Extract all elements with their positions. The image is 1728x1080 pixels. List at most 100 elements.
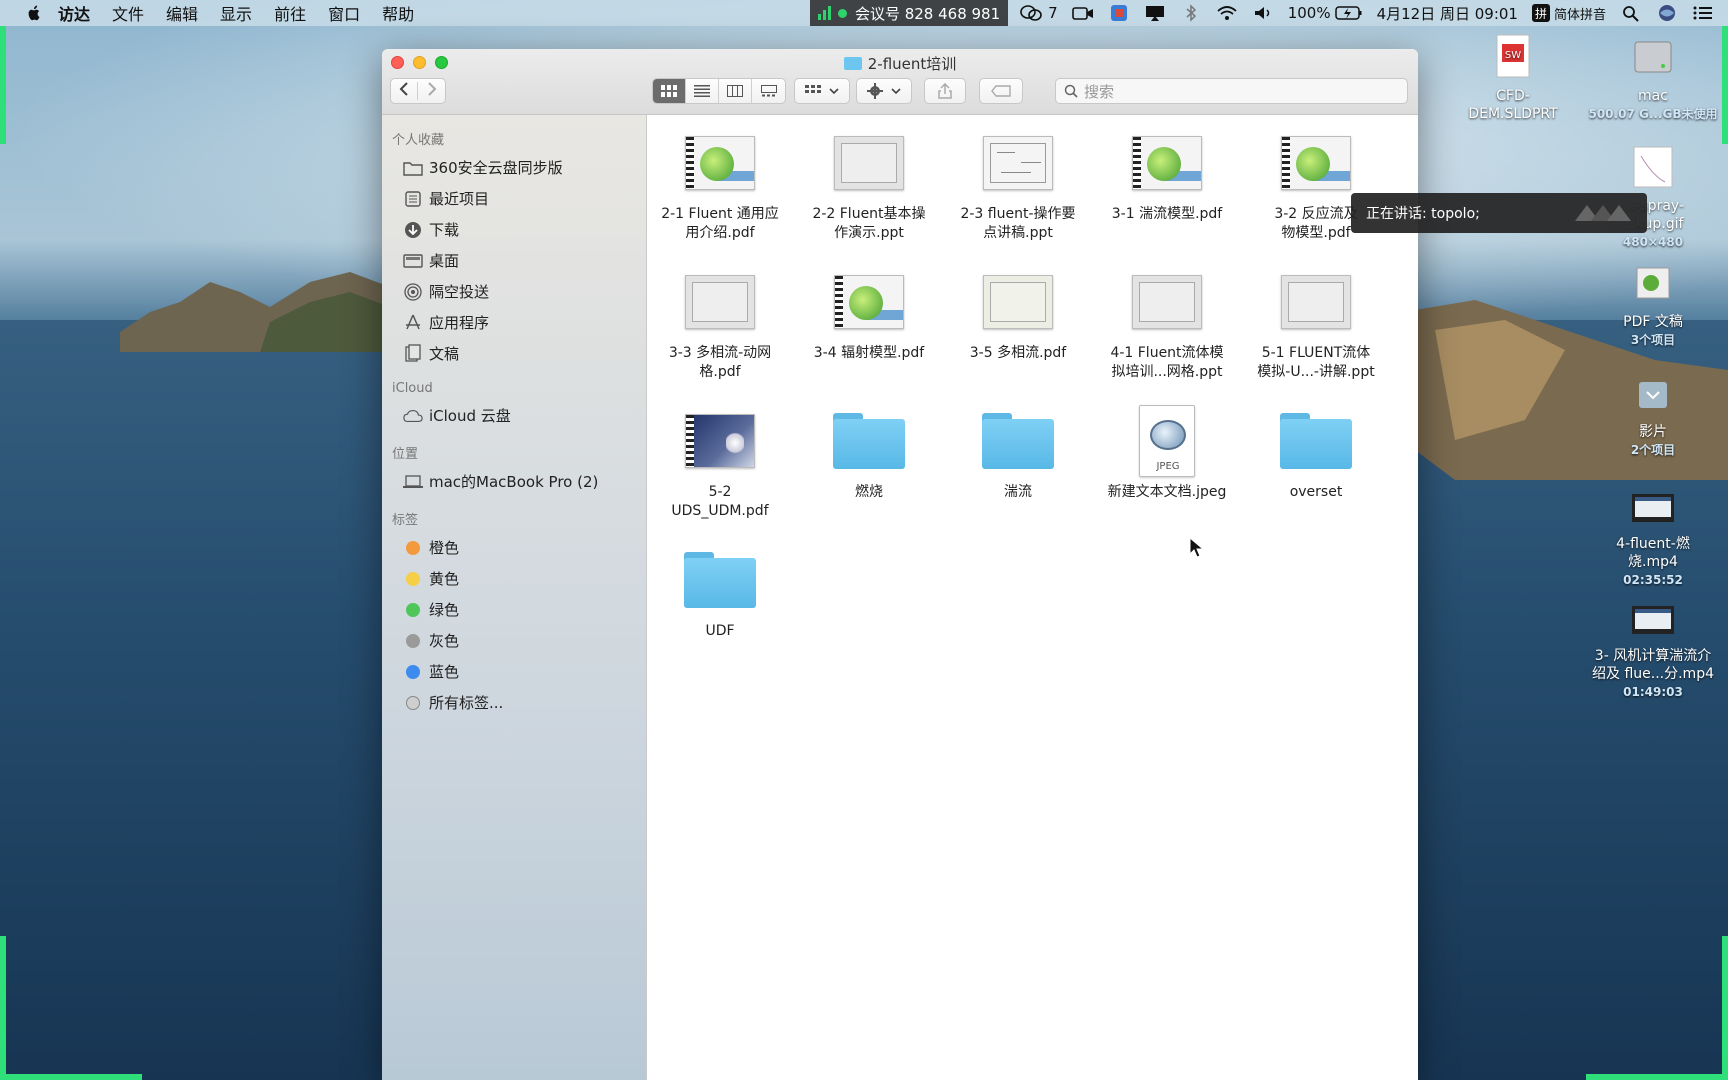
wechat-status[interactable]: 7 — [1020, 4, 1058, 22]
back-button[interactable] — [391, 82, 419, 100]
menu-window[interactable]: 窗口 — [328, 1, 360, 25]
sidebar-tag-orange[interactable]: 橙色 — [382, 532, 646, 563]
desktop-item-movies[interactable]: 影片 2个项目 — [1588, 380, 1718, 459]
forward-button[interactable] — [418, 82, 445, 100]
meeting-app-logo-icon — [1575, 205, 1631, 221]
sidebar-tag-green[interactable]: 绿色 — [382, 594, 646, 625]
bluetooth-icon — [1186, 4, 1196, 22]
menu-finder[interactable]: 访达 — [58, 1, 90, 25]
chevron-down-icon — [891, 88, 901, 95]
column-view-button[interactable] — [719, 79, 752, 103]
sidebar-item-downloads[interactable]: 下载 — [382, 214, 646, 245]
tags-button[interactable] — [979, 78, 1023, 104]
remote-app-status[interactable] — [1108, 4, 1130, 22]
share-icon — [938, 83, 952, 99]
menu-file[interactable]: 文件 — [112, 1, 144, 25]
list-view-button[interactable] — [686, 79, 719, 103]
airdrop-icon — [403, 282, 423, 302]
jpeg-file-icon: JPEG — [1139, 405, 1195, 477]
meeting-indicator[interactable]: 会议号 828 468 981 — [809, 0, 1009, 26]
sidebar-tag-all[interactable]: 所有标签... — [382, 687, 646, 718]
gallery-view-button[interactable] — [752, 79, 785, 103]
window-title-text: 2-fluent培训 — [867, 55, 957, 73]
file-item[interactable]: 3-4 辐射模型.pdf — [796, 266, 942, 363]
airplay-status[interactable] — [1144, 4, 1166, 22]
file-item[interactable]: 3-5 多相流.pdf — [945, 266, 1091, 363]
solidworks-file-icon: SW — [1496, 34, 1530, 78]
file-name: overset — [1289, 484, 1343, 500]
share-button[interactable] — [924, 78, 966, 104]
desktop-item-sldprt[interactable]: SW CFD- DEM.SLDPRT — [1448, 34, 1578, 123]
svg-text:SW: SW — [1505, 50, 1521, 61]
apple-icon[interactable] — [24, 4, 44, 22]
desktop-item-video-2[interactable]: 3- 风机计算湍流介 绍及 flue...分.mp4 01:49:03 — [1588, 602, 1718, 701]
siri-icon — [1659, 5, 1675, 21]
file-name: 3-1 湍流模型.pdf — [1111, 206, 1223, 222]
sidebar-item-documents[interactable]: 文稿 — [382, 338, 646, 369]
icon-view-button[interactable] — [653, 79, 686, 103]
desktop-item-label-2: 烧.mp4 — [1628, 554, 1678, 570]
grid-icon — [661, 85, 677, 97]
menu-help[interactable]: 帮助 — [382, 1, 414, 25]
file-item[interactable]: 2-1 Fluent 通用应 用介绍.pdf — [647, 127, 793, 243]
desktop-item-label-2: DEM.SLDPRT — [1468, 106, 1558, 122]
file-item[interactable]: JPEG 新建文本文档.jpeg — [1094, 405, 1240, 502]
volume-status[interactable] — [1252, 4, 1274, 22]
wechat-count: 7 — [1048, 4, 1058, 22]
datetime: 4月12日 周日 09:01 — [1376, 4, 1518, 23]
wifi-status[interactable] — [1216, 4, 1238, 22]
camera-status[interactable] — [1071, 4, 1094, 22]
file-item[interactable]: 4-1 Fluent流体模 拟培训...网格.ppt — [1094, 266, 1240, 382]
file-name: 4-1 Fluent流体模 拟培训...网格.ppt — [1110, 345, 1224, 380]
sidebar-item-recents[interactable]: 最近项目 — [382, 183, 646, 214]
menu-go[interactable]: 前往 — [274, 1, 306, 25]
sidebar-tag-yellow[interactable]: 黄色 — [382, 563, 646, 594]
input-method[interactable]: 拼 简体拼音 — [1531, 4, 1606, 23]
desktop-item-label: 影片 — [1639, 424, 1667, 440]
file-item[interactable]: 2-2 Fluent基本操 作演示.ppt — [796, 127, 942, 243]
file-name: UDF — [705, 623, 735, 639]
sidebar-tag-gray[interactable]: 灰色 — [382, 625, 646, 656]
folder-item[interactable]: UDF — [647, 544, 793, 641]
clock[interactable]: 4月12日 周日 09:01 — [1377, 3, 1518, 24]
file-item[interactable]: 3-1 湍流模型.pdf — [1094, 127, 1240, 224]
desktop-item-mac-disk[interactable]: mac 500.07 G...GB未使用 — [1588, 34, 1718, 123]
file-item[interactable]: 3-3 多相流-动网 格.pdf — [647, 266, 793, 382]
spotlight-status[interactable] — [1620, 4, 1642, 22]
battery-status[interactable]: 100% — [1288, 4, 1363, 22]
sidebar-item-macbook[interactable]: mac的MacBook Pro (2) — [382, 466, 646, 497]
wechat-icon — [1020, 5, 1042, 21]
siri-status[interactable] — [1656, 4, 1678, 22]
action-menu-button[interactable] — [856, 78, 912, 104]
sidebar-item-icloud-drive[interactable]: iCloud 云盘 — [382, 400, 646, 431]
search-field[interactable]: 搜索 — [1055, 78, 1408, 104]
sidebar-item-applications[interactable]: 应用程序 — [382, 307, 646, 338]
desktop-item-pdf-stack[interactable]: PDF 文稿 3个项目 — [1588, 266, 1718, 349]
search-placeholder: 搜索 — [1084, 82, 1115, 101]
group-by-button[interactable] — [794, 78, 850, 104]
folder-item[interactable]: 湍流 — [945, 405, 1091, 502]
folder-icon — [982, 413, 1054, 469]
sidebar-item-desktop[interactable]: 桌面 — [382, 245, 646, 276]
sidebar-item-label: 文稿 — [429, 345, 460, 363]
desktop-item-video-1[interactable]: 4-fluent-燃 烧.mp4 02:35:52 — [1588, 490, 1718, 589]
sidebar-item-label: iCloud 云盘 — [429, 407, 511, 425]
finder-window: 2-fluent培训 搜索 个人收藏 360安全云盘同步版 最近项目 下载 桌面… — [382, 49, 1418, 1080]
bluetooth-status[interactable] — [1180, 4, 1202, 22]
sidebar-item-airdrop[interactable]: 隔空投送 — [382, 276, 646, 307]
menu-view[interactable]: 显示 — [220, 1, 252, 25]
folder-item[interactable]: 燃烧 — [796, 405, 942, 502]
file-item[interactable]: 2-3 fluent-操作要 点讲稿.ppt — [945, 127, 1091, 243]
notification-center[interactable] — [1692, 4, 1714, 22]
tag-color-dot — [406, 695, 420, 710]
sidebar-item-360-cloud[interactable]: 360安全云盘同步版 — [382, 152, 646, 183]
menu-edit[interactable]: 编辑 — [166, 1, 198, 25]
file-name: 燃烧 — [855, 484, 883, 500]
folder-item[interactable]: overset — [1243, 405, 1389, 502]
sidebar-tag-blue[interactable]: 蓝色 — [382, 656, 646, 687]
file-item[interactable]: 5-2 UDS_UDM.pdf — [647, 405, 793, 521]
sidebar-header-tags: 标签 — [392, 513, 419, 528]
airplay-display-icon — [1145, 6, 1164, 21]
cloud-icon — [403, 406, 423, 426]
file-item[interactable]: 5-1 FLUENT流体 模拟-U...-讲解.ppt — [1243, 266, 1389, 382]
